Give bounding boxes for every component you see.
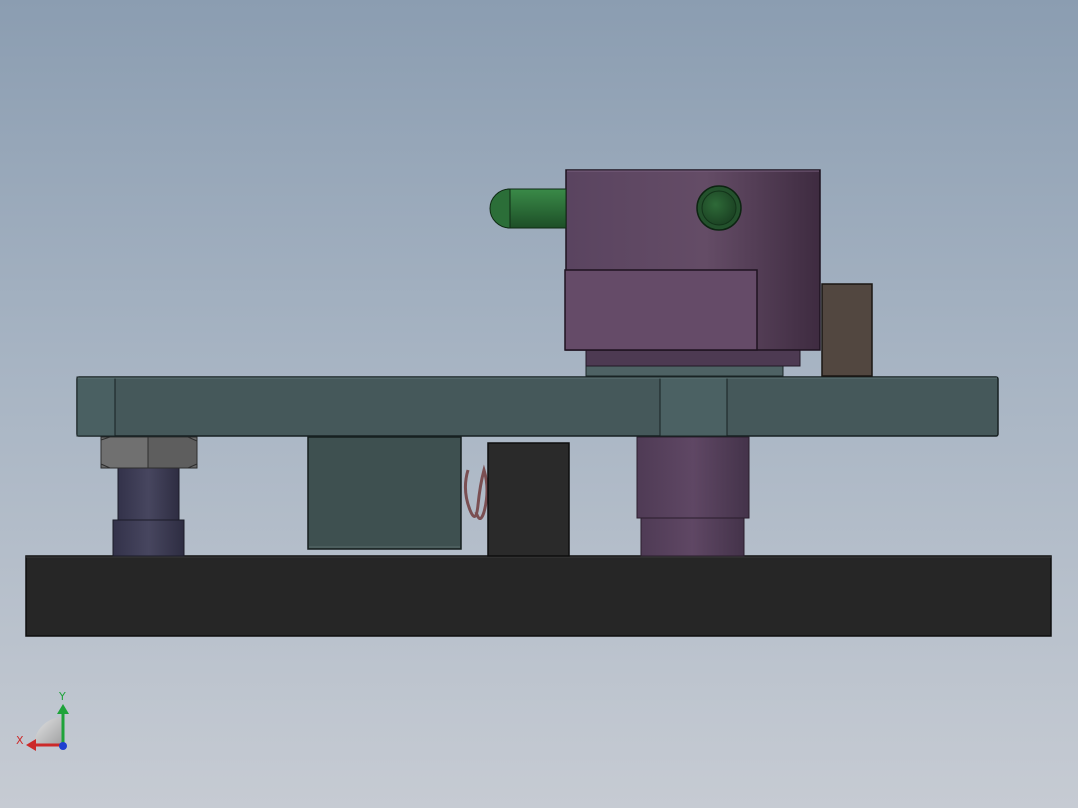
clamp-knob[interactable] (696, 185, 742, 231)
post-upper (117, 467, 180, 521)
triad-x-label: X (16, 734, 24, 747)
clamp-washer-top (585, 349, 801, 367)
stop-block[interactable] (487, 442, 570, 557)
spring[interactable] (463, 464, 489, 520)
3d-viewport[interactable]: Y X (0, 0, 1078, 808)
hex-nut-face-right (147, 436, 198, 469)
handle-tip (489, 188, 511, 229)
triad-z-axis-icon (59, 742, 67, 750)
left-post-assembly[interactable] (100, 436, 198, 557)
orientation-triad: Y X (16, 690, 69, 751)
hex-nut-face-left (100, 436, 149, 469)
triad-x-arrow-icon (26, 739, 36, 751)
stopper-block[interactable] (821, 283, 873, 377)
clamp-front-pad (564, 269, 758, 351)
stem-lower (640, 517, 745, 557)
clamp-handle[interactable] (489, 188, 567, 229)
stem-upper (636, 436, 750, 519)
fixture-plate-end-left (76, 376, 116, 437)
clamp-stem[interactable] (636, 436, 750, 557)
clamp-washer-bottom (585, 365, 784, 377)
triad-plane-icon (34, 717, 63, 746)
lower-block[interactable] (307, 436, 462, 550)
triad-y-arrow-icon (57, 704, 69, 714)
base-plate[interactable] (25, 555, 1052, 637)
fixture-plate-boss (659, 376, 728, 437)
fixture-plate[interactable] (76, 376, 999, 437)
post-lower (112, 519, 185, 557)
knob-inner (701, 190, 737, 226)
handle-bar (507, 188, 567, 229)
clamp-body[interactable] (564, 169, 821, 351)
model-view[interactable]: Y X (0, 0, 1078, 808)
triad-y-label: Y (58, 690, 66, 703)
fixture-plate-body (76, 376, 999, 437)
